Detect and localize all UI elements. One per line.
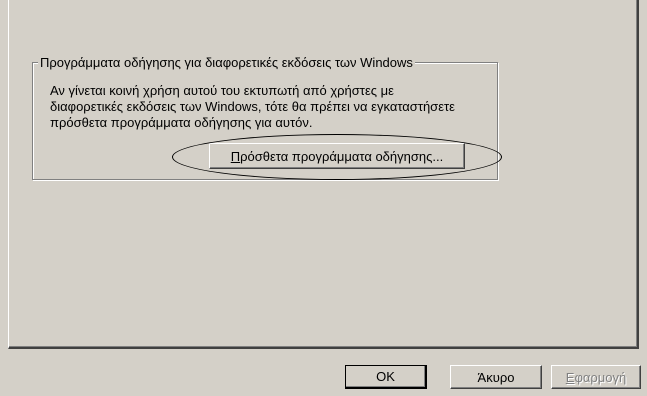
- groupbox-title: Προγράμματα οδήγησης για διαφορετικές εκ…: [38, 55, 415, 70]
- groupbox-description: Αν γίνεται κοινή χρήση αυτού του εκτυπωτ…: [50, 83, 455, 130]
- additional-drivers-button[interactable]: Πρόσθετα προγράμματα οδήγησης...: [209, 143, 465, 169]
- apply-button[interactable]: Εφαρμογή: [551, 365, 641, 389]
- cancel-button[interactable]: Άκυρο: [450, 365, 542, 389]
- ok-button[interactable]: OK: [345, 365, 427, 389]
- cancel-label: Άκυρο: [477, 369, 515, 385]
- ok-label: OK: [376, 369, 395, 384]
- additional-drivers-label: Πρόσθετα προγράμματα οδήγησης...: [230, 148, 444, 164]
- apply-label: Εφαρμογή: [565, 369, 627, 385]
